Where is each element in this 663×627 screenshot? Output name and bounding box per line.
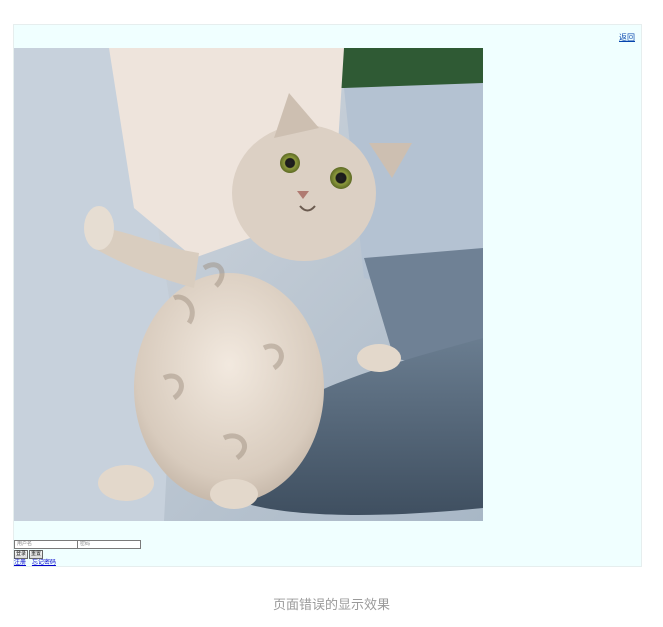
cat-foot-left (98, 465, 154, 501)
page: 返回 用户名 密码 登录 重置 注册 忘记密码 页面错误的显示效果 (0, 0, 663, 627)
reset-button[interactable]: 重置 (29, 550, 44, 559)
browser-viewport: 返回 用户名 密码 登录 重置 注册 忘记密码 (13, 24, 642, 567)
cat-photo (14, 48, 483, 521)
register-link[interactable]: 注册 (14, 559, 26, 566)
login-form: 用户名 密码 登录 重置 注册 忘记密码 (14, 540, 314, 566)
login-button[interactable]: 登录 (14, 550, 29, 559)
forgot-password-link[interactable]: 忘记密码 (32, 559, 56, 566)
cat-right-eye (330, 167, 352, 189)
username-input[interactable]: 用户名 (14, 540, 78, 549)
cat-paw-pad (84, 206, 114, 250)
cat-photo-illustration (14, 48, 483, 521)
caption: 页面错误的显示效果 (272, 598, 390, 613)
cat-left-eye (280, 153, 300, 173)
password-input[interactable]: 密码 (77, 540, 141, 549)
cat-front-paw (357, 344, 401, 372)
auth-links: 注册 忘记密码 (14, 559, 60, 566)
cat-body (134, 273, 324, 503)
back-link[interactable]: 返回 (619, 32, 635, 43)
cat-foot-right (210, 479, 258, 509)
